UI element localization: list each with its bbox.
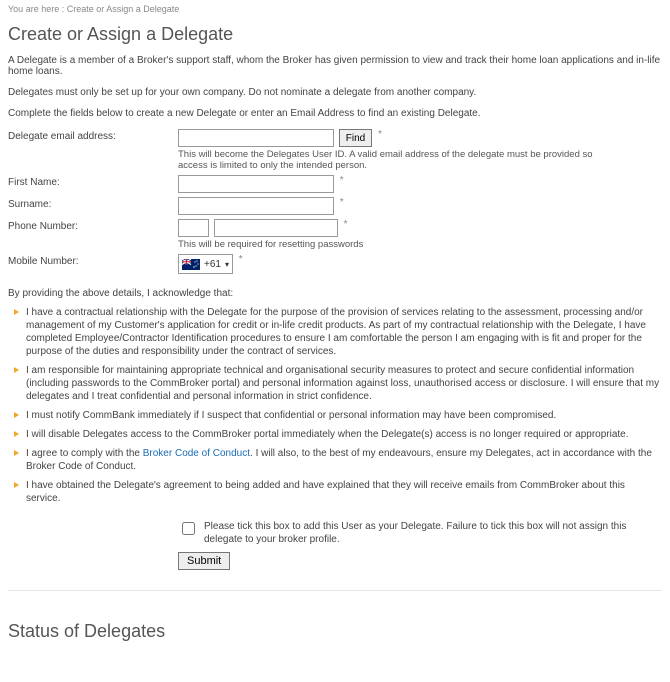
intro-paragraph-1: A Delegate is a member of a Broker's sup… [8, 55, 662, 77]
surname-field[interactable] [178, 197, 334, 215]
required-mark: * [378, 129, 382, 140]
dial-code: +61 [204, 259, 221, 270]
ack-item-6: I have obtained the Delegate's agreement… [14, 476, 662, 508]
email-label: Delegate email address: [8, 129, 178, 142]
breadcrumb: You are here : Create or Assign a Delega… [8, 4, 662, 14]
phone-area-field[interactable] [178, 219, 209, 237]
intro-paragraph-2: Delegates must only be set up for your o… [8, 87, 662, 98]
section-divider [8, 590, 662, 591]
phone-hint: This will be required for resetting pass… [178, 239, 618, 250]
mobile-label: Mobile Number: [8, 254, 178, 267]
code-of-conduct-link[interactable]: Broker Code of Conduct [143, 448, 250, 459]
chevron-down-icon: ▾ [225, 260, 229, 269]
required-mark: * [340, 197, 344, 208]
row-first-name: First Name: * [8, 175, 662, 193]
email-field[interactable] [178, 129, 334, 147]
first-name-field[interactable] [178, 175, 334, 193]
row-surname: Surname: * [8, 197, 662, 215]
required-mark: * [344, 219, 348, 230]
country-code-select[interactable]: +61 ▾ [178, 254, 233, 274]
required-mark: * [340, 175, 344, 186]
ack-item-2: I am responsible for maintaining appropr… [14, 361, 662, 406]
first-name-label: First Name: [8, 175, 178, 188]
phone-label: Phone Number: [8, 219, 178, 232]
confirm-row: Please tick this box to add this User as… [178, 520, 662, 546]
submit-button[interactable]: Submit [178, 552, 230, 570]
ack-intro: By providing the above details, I acknow… [8, 288, 662, 299]
row-email: Delegate email address: Find * This will… [8, 129, 662, 171]
ack-item-5: I agree to comply with the Broker Code o… [14, 444, 662, 476]
flag-au-icon [182, 259, 200, 270]
row-mobile: Mobile Number: +61 ▾ [8, 254, 662, 274]
phone-number-field[interactable] [214, 219, 338, 237]
intro-paragraph-3: Complete the fields below to create a ne… [8, 108, 662, 119]
row-phone: Phone Number: * This will be required fo… [8, 219, 662, 250]
surname-label: Surname: [8, 197, 178, 210]
required-mark: * [239, 254, 243, 265]
confirm-checkbox[interactable] [182, 522, 195, 535]
email-hint: This will become the Delegates User ID. … [178, 149, 618, 171]
page-title: Create or Assign a Delegate [8, 24, 662, 45]
ack-item-3: I must notify CommBank immediately if I … [14, 406, 662, 425]
ack-item-4: I will disable Delegates access to the C… [14, 425, 662, 444]
intro-block: A Delegate is a member of a Broker's sup… [8, 55, 662, 119]
find-button[interactable]: Find [339, 129, 372, 147]
confirm-label: Please tick this box to add this User as… [204, 520, 634, 546]
ack-item-1: I have a contractual relationship with t… [14, 303, 662, 361]
status-heading: Status of Delegates [8, 621, 662, 642]
acknowledgement-block: By providing the above details, I acknow… [8, 288, 662, 508]
